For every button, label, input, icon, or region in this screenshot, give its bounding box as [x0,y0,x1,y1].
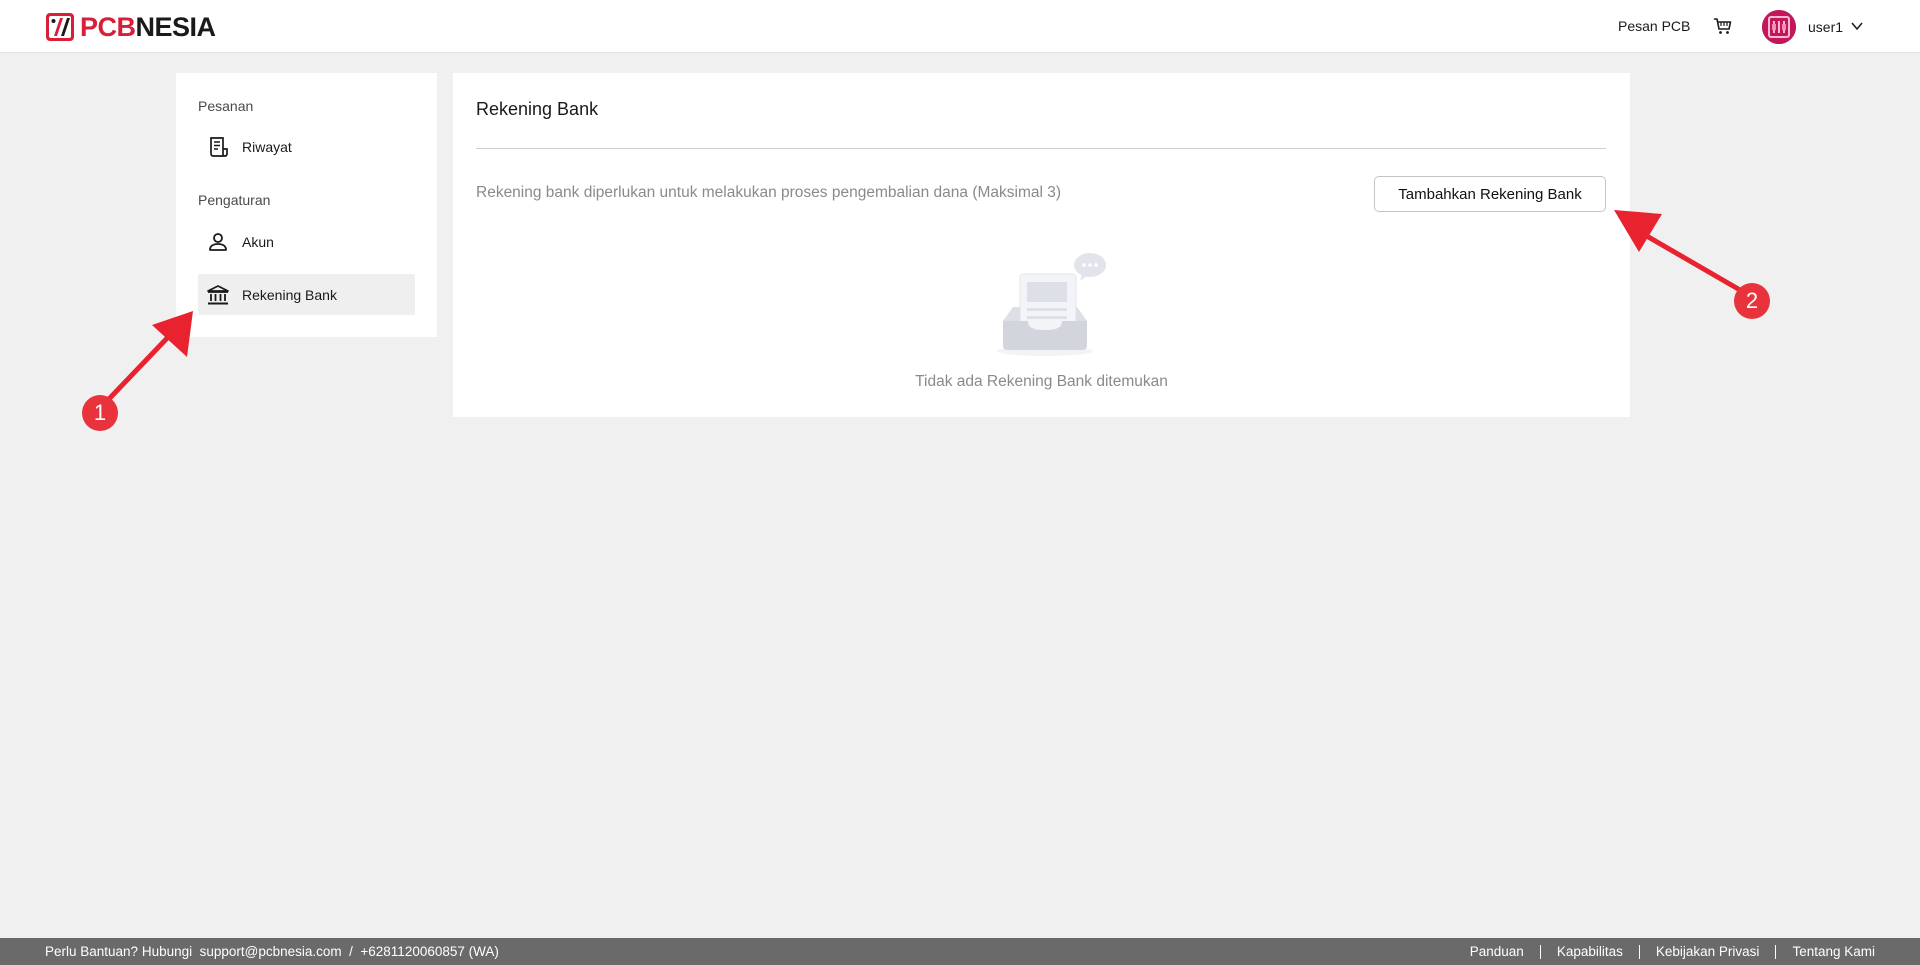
pcbnesia-logo[interactable]: PCBNESIA [45,12,216,42]
annotation-arrow-2 [1614,210,1743,293]
account-sidebar: Pesanan Riwayat Pengaturan Akun Rekening… [176,73,437,337]
logo-text-nesia: NESIA [135,12,217,42]
sidebar-item-label: Rekening Bank [242,286,337,303]
footer-link-kebijakan-privasi[interactable]: Kebijakan Privasi [1656,944,1760,959]
panel-description: Rekening bank diperlukan untuk melakukan… [476,184,1062,201]
bank-account-panel: Rekening Bank Rekening bank diperlukan u… [453,73,1630,417]
avatar-pattern-icon [1762,10,1796,44]
cart-icon[interactable] [1713,16,1733,36]
user-avatar[interactable] [1762,10,1796,44]
logo-text-pcb: PCB [80,12,136,42]
empty-state-text: Tidak ada Rekening Bank ditemukan [915,373,1168,390]
receipt-icon [210,137,228,157]
pcbnesia-logo-icon [46,13,74,41]
footer-link-tentang-kami[interactable]: Tentang Kami [1792,944,1875,959]
sidebar-section-pengaturan: Pengaturan [198,192,271,208]
annotation-marker-2: 2 [1734,283,1770,319]
footer-divider [1775,944,1777,959]
footer-help-text: Perlu Bantuan? Hubungi support@pcbnesia.… [45,944,499,959]
person-icon [209,233,227,251]
user-name[interactable]: user1 [1808,19,1843,35]
sidebar-item-label: Riwayat [242,138,292,155]
sidebar-item-akun[interactable]: Akun [198,221,415,262]
add-bank-account-button[interactable]: Tambahkan Rekening Bank [1374,176,1606,212]
footer: Perlu Bantuan? Hubungi support@pcbnesia.… [0,938,1920,965]
annotation-marker-1: 1 [82,395,118,431]
bank-icon [207,285,229,305]
page-title: Rekening Bank [476,99,599,119]
title-divider [476,148,1606,149]
footer-divider [1539,944,1541,959]
footer-links: Panduan Kapabilitas Kebijakan Privasi Te… [1470,944,1875,959]
sidebar-item-label: Akun [242,233,274,250]
empty-inbox-icon [997,253,1106,356]
top-header: PCBNESIA Pesan PCB user1 [0,0,1920,53]
sidebar-section-pesanan: Pesanan [198,98,254,114]
sidebar-item-rekening-bank[interactable]: Rekening Bank [198,274,415,315]
footer-link-panduan[interactable]: Panduan [1470,944,1524,959]
footer-link-kapabilitas[interactable]: Kapabilitas [1557,944,1623,959]
sidebar-item-riwayat[interactable]: Riwayat [198,126,415,167]
nav-pesan-pcb[interactable]: Pesan PCB [1618,18,1690,34]
chevron-down-icon[interactable] [1850,20,1864,32]
footer-divider [1638,944,1640,959]
